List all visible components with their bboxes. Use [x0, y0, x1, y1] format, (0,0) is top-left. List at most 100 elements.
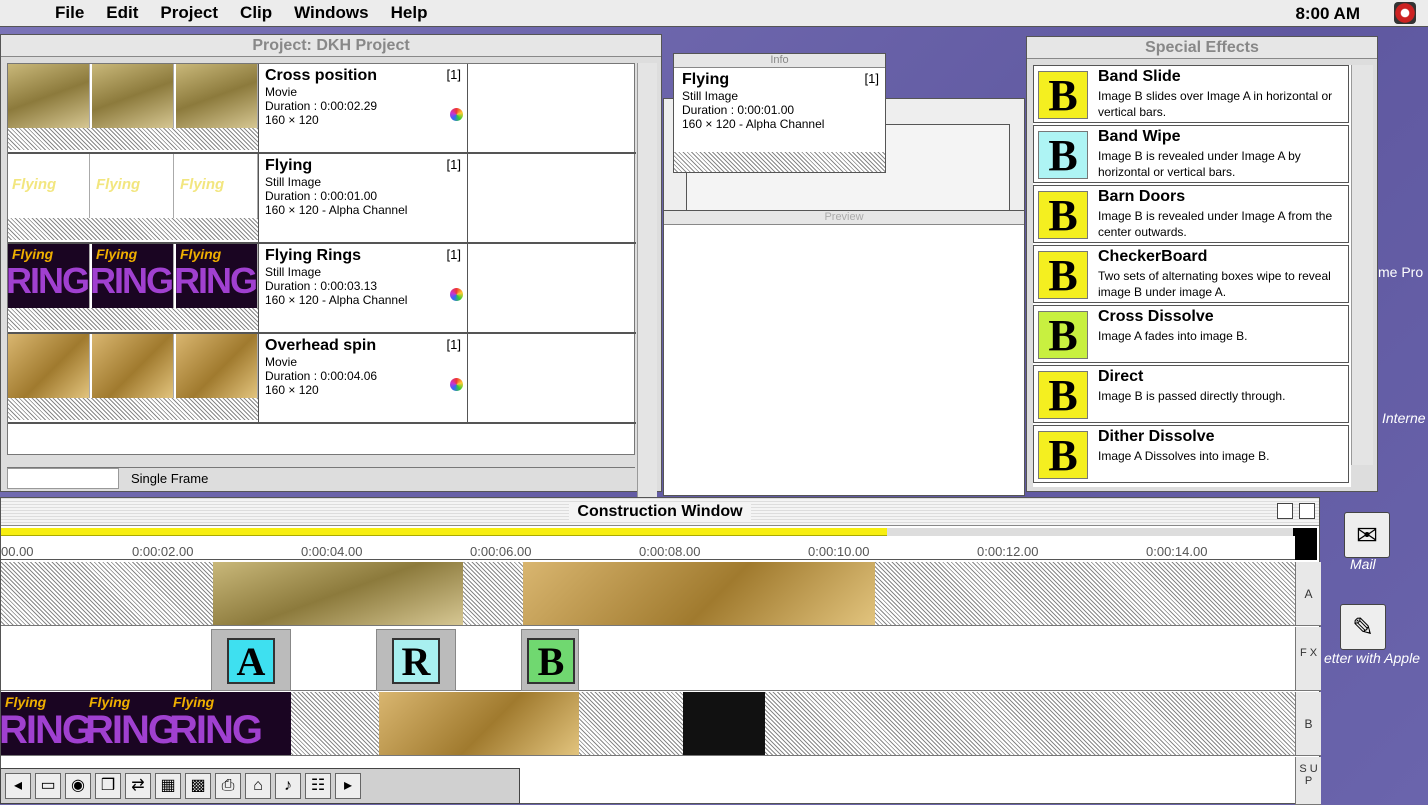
track-b[interactable]: Flying RING Flying RING Flying RING [1, 692, 1295, 756]
resolution-icon[interactable]: ▩ [185, 773, 211, 799]
time-ruler[interactable]: 00.00 0:00:02.00 0:00:04.00 0:00:06.00 0… [1, 536, 1295, 560]
work-area-track [887, 528, 1295, 536]
effect-item[interactable]: B Barn Doors Image B is revealed under I… [1033, 185, 1349, 243]
mail-label[interactable]: Mail [1350, 556, 1376, 572]
info-title[interactable]: Info [674, 54, 885, 68]
clip-count: [1] [446, 337, 461, 352]
project-row[interactable]: Cross position [1] Movie Duration : 0:00… [8, 64, 636, 154]
effect-item[interactable]: B Band Slide Image B slides over Image A… [1033, 65, 1349, 123]
clip-duration: Duration : 0:00:04.06 [265, 369, 378, 383]
clip-text: RING [1, 708, 93, 752]
project-window: Project: DKH Project Cross position [1] … [0, 34, 662, 501]
menu-project[interactable]: Project [149, 3, 229, 23]
ruler-label: 0:00:02.00 [132, 544, 194, 559]
effect-name: Band Slide [1098, 68, 1181, 85]
construction-titlebar[interactable]: Construction Window [1, 498, 1319, 526]
view-mode-label[interactable]: Single Frame [131, 468, 208, 490]
file-sharing-icon[interactable]: ⇄ [125, 773, 151, 799]
view-mode-box[interactable] [7, 468, 119, 489]
effect-item[interactable]: B Band Wipe Image B is revealed under Im… [1033, 125, 1349, 183]
menu-edit[interactable]: Edit [95, 3, 149, 23]
special-effects-title[interactable]: Special Effects [1027, 37, 1377, 59]
track-a[interactable] [1, 562, 1295, 626]
speaker-icon[interactable]: ♪ [275, 773, 301, 799]
effect-description: Image A fades into image B. [1098, 329, 1248, 343]
thumbnail [92, 64, 174, 128]
project-scrollbar[interactable] [637, 63, 657, 501]
preview-title[interactable]: Preview [664, 211, 1024, 225]
transition-clip[interactable]: B [521, 629, 579, 691]
effect-description: Image B slides over Image A in horizonta… [1098, 89, 1333, 119]
project-row[interactable]: Flying Flying Flying Flying [1] Still Im… [8, 154, 636, 244]
location-icon[interactable]: ⌂ [245, 773, 271, 799]
mail-icon[interactable]: ✉ [1344, 512, 1390, 558]
video-clip[interactable] [523, 562, 875, 625]
control-strip-tab-icon[interactable]: ◂ [5, 773, 31, 799]
effect-item[interactable]: B Direct Image B is passed directly thro… [1033, 365, 1349, 423]
clip-size: 160 × 120 - Alpha Channel [265, 203, 408, 217]
clip-info: Overhead spin [1] Movie Duration : 0:00:… [258, 334, 468, 422]
menu-help[interactable]: Help [380, 3, 439, 23]
clip-count: [1] [446, 247, 461, 262]
effect-item[interactable]: B CheckerBoard Two sets of alternating b… [1033, 245, 1349, 303]
effect-name: Barn Doors [1098, 188, 1186, 205]
clip-thumbnails: Flying RING Flying RING Flying RING [8, 244, 258, 332]
thumbnail-text: RING [176, 260, 257, 301]
clip-info: Flying Rings [1] Still Image Duration : … [258, 244, 468, 332]
transition-clip[interactable]: R [376, 629, 456, 691]
video-clip[interactable] [213, 562, 463, 625]
video-clip[interactable] [379, 692, 579, 755]
zoom-box-icon[interactable] [1277, 503, 1293, 519]
thumbnail: Flying [92, 154, 174, 218]
letter-icon[interactable]: ✎ [1340, 604, 1386, 650]
effects-scrollbar[interactable] [1351, 65, 1373, 465]
video-clip[interactable] [683, 692, 765, 755]
project-clip-list: Cross position [1] Movie Duration : 0:00… [7, 63, 636, 455]
work-area-bar[interactable] [1, 528, 887, 536]
transition-icon: A [227, 638, 275, 684]
clip-info: Flying [1] Still Image Duration : 0:00:0… [258, 154, 468, 242]
printer-icon[interactable]: ⎙ [215, 773, 241, 799]
internet-label[interactable]: Interne [1382, 410, 1426, 426]
collapse-box-icon[interactable] [1299, 503, 1315, 519]
menu-file[interactable]: File [44, 3, 95, 23]
project-window-title[interactable]: Project: DKH Project [1, 35, 661, 57]
application-menu-icon[interactable] [1394, 2, 1416, 24]
clip-count: [1] [446, 67, 461, 82]
ruler-label: 0:00:10.00 [808, 544, 870, 559]
clip-size: 160 × 120 - Alpha Channel [265, 293, 408, 307]
video-clip[interactable]: Flying RING Flying RING Flying RING [1, 692, 291, 755]
clip-thumbnails [8, 334, 258, 422]
transition-clip[interactable]: A [211, 629, 291, 691]
effect-item[interactable]: B Dither Dissolve Image A Dissolves into… [1033, 425, 1349, 483]
clip-name: Overhead spin [265, 337, 377, 354]
clip-thumbnails [8, 64, 258, 152]
project-row[interactable]: Overhead spin [1] Movie Duration : 0:00:… [8, 334, 636, 424]
clip-text: RING [169, 708, 263, 752]
time-pro-label[interactable]: me Pro [1378, 264, 1423, 280]
cd-icon[interactable]: ◉ [65, 773, 91, 799]
track-label-sup: S U P [1295, 757, 1321, 805]
clip-count: [1] [446, 157, 461, 172]
effects-list: B Band Slide Image B slides over Image A… [1033, 65, 1351, 487]
effect-item[interactable]: B Cross Dissolve Image A fades into imag… [1033, 305, 1349, 363]
ruler-label: 0:00:14.00 [1146, 544, 1208, 559]
web-sharing-icon[interactable]: ☷ [305, 773, 331, 799]
effect-description: Image B is revealed under Image A from t… [1098, 209, 1333, 239]
effect-description: Image A Dissolves into image B. [1098, 449, 1270, 463]
project-row[interactable]: Flying RING Flying RING Flying RING Flying … [8, 244, 636, 334]
control-strip-end-icon[interactable]: ▸ [335, 773, 361, 799]
thumbnail: Flying RING [8, 244, 90, 308]
track-fx[interactable]: A R B [1, 627, 1295, 691]
checkerboard-icon: B [1038, 251, 1088, 300]
color-depth-icon[interactable]: ▦ [155, 773, 181, 799]
extensions-icon[interactable]: ❒ [95, 773, 121, 799]
menu-clip[interactable]: Clip [229, 3, 283, 23]
letter-label[interactable]: etter with Apple [1324, 650, 1420, 666]
monitor-icon[interactable]: ▭ [35, 773, 61, 799]
menu-windows[interactable]: Windows [283, 3, 379, 23]
clip-size: 160 × 120 [265, 113, 319, 127]
clip-name: Flying [265, 157, 313, 174]
menu-clock[interactable]: 8:00 AM [1295, 4, 1360, 24]
construction-title: Construction Window [569, 503, 751, 520]
